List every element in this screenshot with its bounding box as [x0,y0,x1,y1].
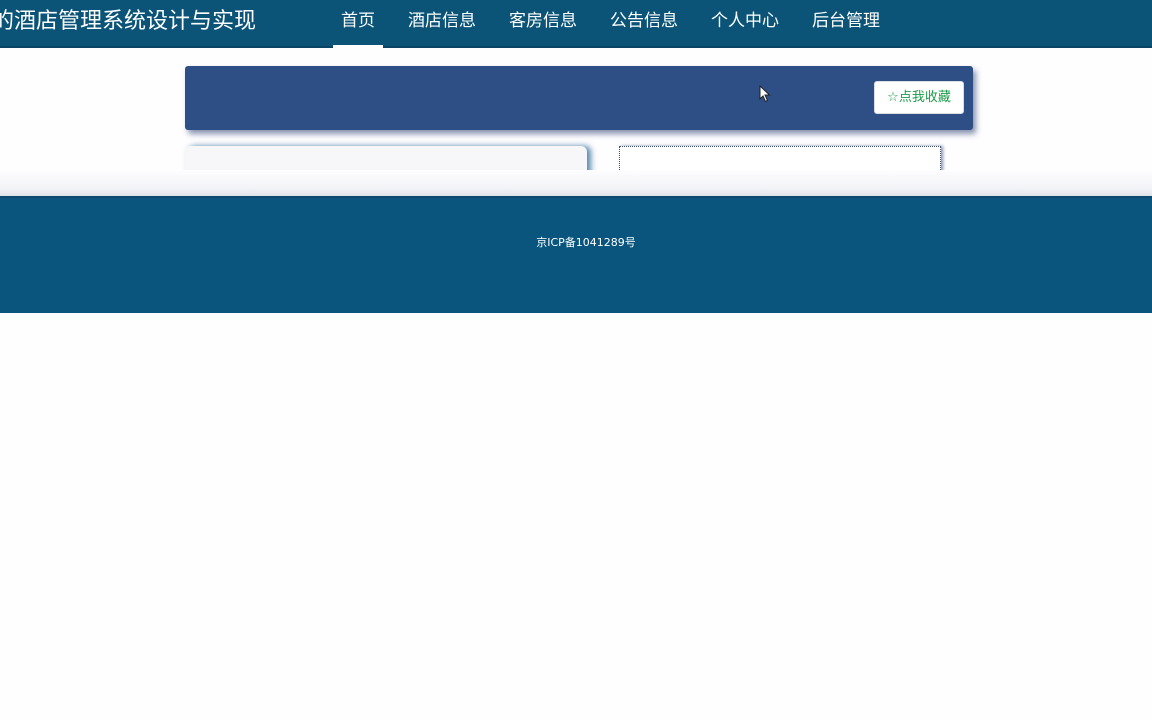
footer-separator [0,170,1152,196]
nav-item-hotel-info[interactable]: 酒店信息 [400,0,484,48]
top-navbar: 的酒店管理系统设计与实现 首页 酒店信息 客房信息 公告信息 个人中心 后台管理 [0,0,1152,48]
content-panel-left [185,146,587,170]
nav-item-room-info[interactable]: 客房信息 [501,0,585,48]
icp-record: 京ICP备1041289号 [536,236,636,249]
favorite-banner: ☆点我收藏 [185,66,973,130]
mouse-pointer-icon [759,85,771,103]
footer: 京ICP备1041289号 [0,196,1152,313]
nav-item-personal-center[interactable]: 个人中心 [703,0,787,48]
nav-item-announcements[interactable]: 公告信息 [602,0,686,48]
site-title: 的酒店管理系统设计与实现 [0,9,257,34]
favorite-button[interactable]: ☆点我收藏 [874,81,964,114]
content-panel-right [619,146,941,170]
nav-item-home[interactable]: 首页 [333,0,383,48]
main-nav: 首页 酒店信息 客房信息 公告信息 个人中心 后台管理 [333,0,905,48]
nav-item-admin[interactable]: 后台管理 [804,0,888,48]
content-area [0,140,1152,170]
